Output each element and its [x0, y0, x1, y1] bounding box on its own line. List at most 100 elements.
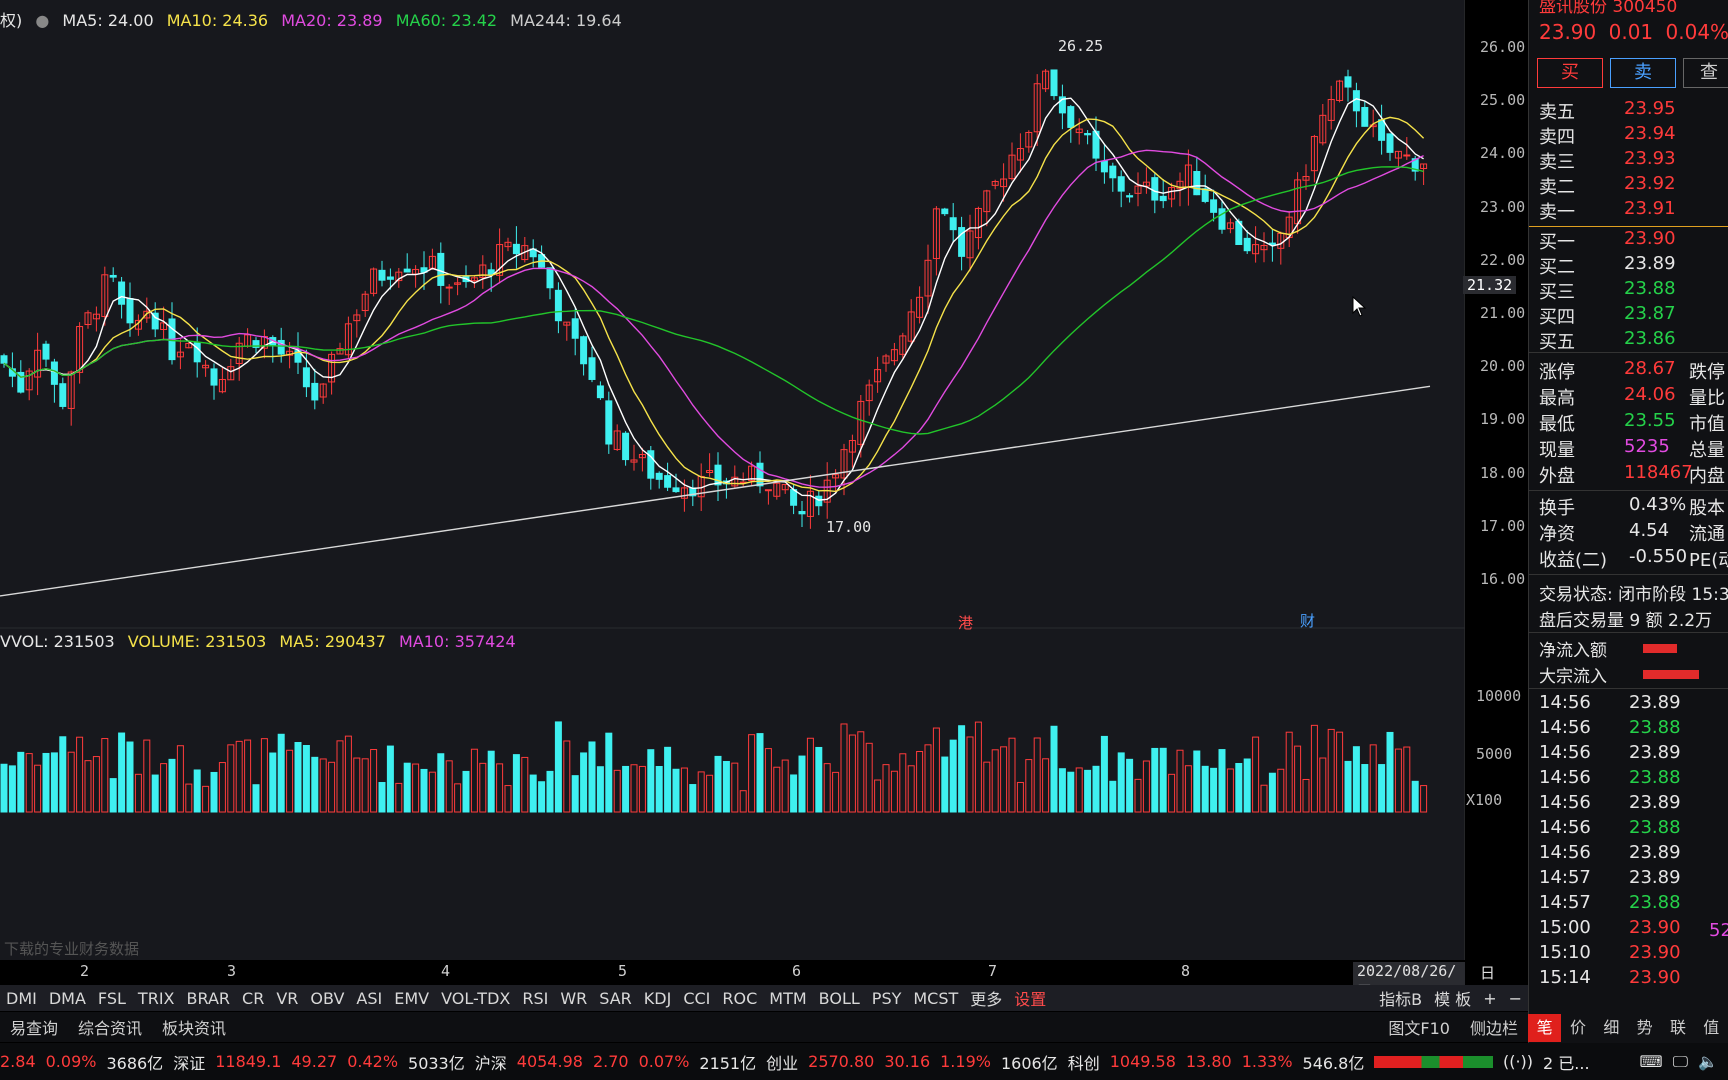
stat-label: 最高 [1539, 388, 1575, 409]
indicator-tab[interactable]: WR [554, 989, 593, 1008]
indicator-tool[interactable]: 模 板 [1428, 986, 1477, 1010]
quote-tab[interactable]: 联 [1661, 1014, 1694, 1042]
volume-bar [630, 764, 638, 813]
info-tab[interactable]: 综合资讯 [68, 1015, 152, 1039]
indicator-tab[interactable]: CCI [677, 989, 716, 1008]
indicator-tab[interactable]: RSI [516, 989, 554, 1008]
indicator-tool[interactable]: 指标B [1373, 986, 1428, 1010]
stat2-value: -0.550 [1629, 546, 1688, 567]
month-tick: 7 [988, 962, 998, 980]
candle [1100, 160, 1108, 173]
sz-label[interactable]: 深证 [173, 1050, 205, 1074]
quote-tab[interactable]: 值 [1695, 1014, 1728, 1042]
stat2-value: 0.43% [1629, 494, 1687, 515]
info-right-button[interactable]: 侧边栏 [1460, 1015, 1528, 1039]
stat2-value: 4.54 [1629, 520, 1670, 541]
stat-value: 118467 [1624, 462, 1693, 483]
kline-chart-area[interactable]: 权) ● MA5: 24.00 MA10: 24.36 MA20: 23.89 … [0, 0, 1525, 1003]
indicator-tab[interactable]: KDJ [638, 989, 678, 1008]
indicator-tab[interactable]: ASI [350, 989, 388, 1008]
indicator-tab[interactable]: 更多 [964, 986, 1008, 1010]
volume-bar [580, 752, 588, 813]
volume-bar [916, 751, 924, 813]
indicator-tab[interactable]: SAR [593, 989, 638, 1008]
mute-icon[interactable]: 🔈 [1698, 1052, 1718, 1071]
signal-icon[interactable]: ((·)) [1503, 1052, 1533, 1071]
candle [764, 489, 772, 492]
quote-tab[interactable]: 细 [1595, 1014, 1628, 1042]
indicator-tab[interactable]: CR [236, 989, 270, 1008]
volume-bar [1092, 765, 1100, 813]
volume-bar [151, 774, 159, 813]
candle [403, 268, 411, 273]
volume-bar [739, 790, 747, 813]
indicator-tab[interactable]: BOLL [813, 989, 866, 1008]
ask-label: 卖一 [1539, 202, 1575, 223]
settings-dot-icon[interactable]: ● [35, 11, 49, 30]
volume-bar [1142, 760, 1150, 813]
volume-bar [92, 756, 100, 813]
ask-label: 卖三 [1539, 152, 1575, 173]
indicator-tab[interactable]: VR [270, 989, 304, 1008]
sell-button[interactable]: 卖 [1610, 58, 1676, 88]
volume-bar [34, 764, 42, 813]
keyboard-icon[interactable]: ⌨ [1640, 1052, 1663, 1071]
indicator-tab[interactable]: DMI [0, 989, 43, 1008]
indicator-tab[interactable]: MCST [907, 989, 964, 1008]
indicator-tab[interactable]: FSL [92, 989, 132, 1008]
monitor-icon[interactable]: 🖵 [1673, 1052, 1688, 1072]
stat-label: 现量 [1539, 440, 1575, 461]
candle [1361, 106, 1369, 127]
indicator-tab[interactable]: PSY [866, 989, 908, 1008]
volume-bar [731, 762, 739, 813]
quote-tab[interactable]: 价 [1561, 1014, 1594, 1042]
stat2-label: 收益(二) [1539, 550, 1608, 571]
indicator-tab[interactable]: BRAR [181, 989, 237, 1008]
bid-label: 买四 [1539, 307, 1575, 328]
vvol-label: VVOL: 231503 [0, 632, 115, 651]
volume-bar [504, 785, 512, 813]
volume-bar [185, 783, 193, 813]
tick-time: 15:10 [1539, 942, 1591, 963]
info-tab[interactable]: 易查询 [0, 1015, 68, 1039]
ma5-label: MA5: 24.00 [62, 11, 154, 30]
quote-tab[interactable]: 笔 [1528, 1014, 1562, 1042]
volume-bar [454, 783, 462, 813]
indicator-tab[interactable]: DMA [43, 989, 92, 1008]
event-marker-cai[interactable]: 财 [1300, 610, 1315, 631]
indicator-tool[interactable]: − [1503, 989, 1528, 1008]
volume-bar [361, 758, 369, 813]
indicator-tab[interactable]: MTM [763, 989, 812, 1008]
kline-svg[interactable] [0, 0, 1465, 960]
kc-label[interactable]: 科创 [1068, 1050, 1100, 1074]
cy-label[interactable]: 创业 [766, 1050, 798, 1074]
indicator-tab[interactable]: 设置 [1008, 986, 1052, 1010]
buy-button[interactable]: 买 [1537, 58, 1603, 88]
sh-label[interactable]: 沪深 [475, 1050, 507, 1074]
volume-bar [974, 721, 982, 813]
block-inflow-label: 大宗流入 [1539, 667, 1607, 687]
volume-bar [1319, 757, 1327, 813]
indicator-tab[interactable]: VOL-TDX [435, 989, 516, 1008]
volume-bar [1193, 750, 1201, 813]
indicator-tab[interactable]: EMV [388, 989, 435, 1008]
tick-price: 23.88 [1629, 717, 1681, 738]
indicator-tab[interactable]: ROC [716, 989, 763, 1008]
volume-bar [1310, 724, 1318, 813]
candle [588, 357, 596, 380]
candle [949, 217, 957, 231]
query-button[interactable]: 查 [1683, 58, 1728, 88]
order-book-divider [1529, 226, 1728, 227]
candle [118, 281, 126, 305]
info-right-button[interactable]: 图文F10 [1378, 1015, 1460, 1039]
volume-bar [605, 732, 613, 813]
ma-legend: 权) ● MA5: 24.00 MA10: 24.36 MA20: 23.89 … [0, 7, 630, 31]
quote-tab[interactable]: 势 [1628, 1014, 1661, 1042]
indicator-tool[interactable]: + [1477, 989, 1502, 1008]
event-marker-gang[interactable]: 港 [958, 612, 973, 633]
tick-price: 23.88 [1629, 817, 1681, 838]
indicator-tab[interactable]: OBV [304, 989, 350, 1008]
volume-bar [1109, 780, 1117, 813]
info-tab[interactable]: 板块资讯 [152, 1015, 236, 1039]
indicator-tab[interactable]: TRIX [132, 989, 181, 1008]
